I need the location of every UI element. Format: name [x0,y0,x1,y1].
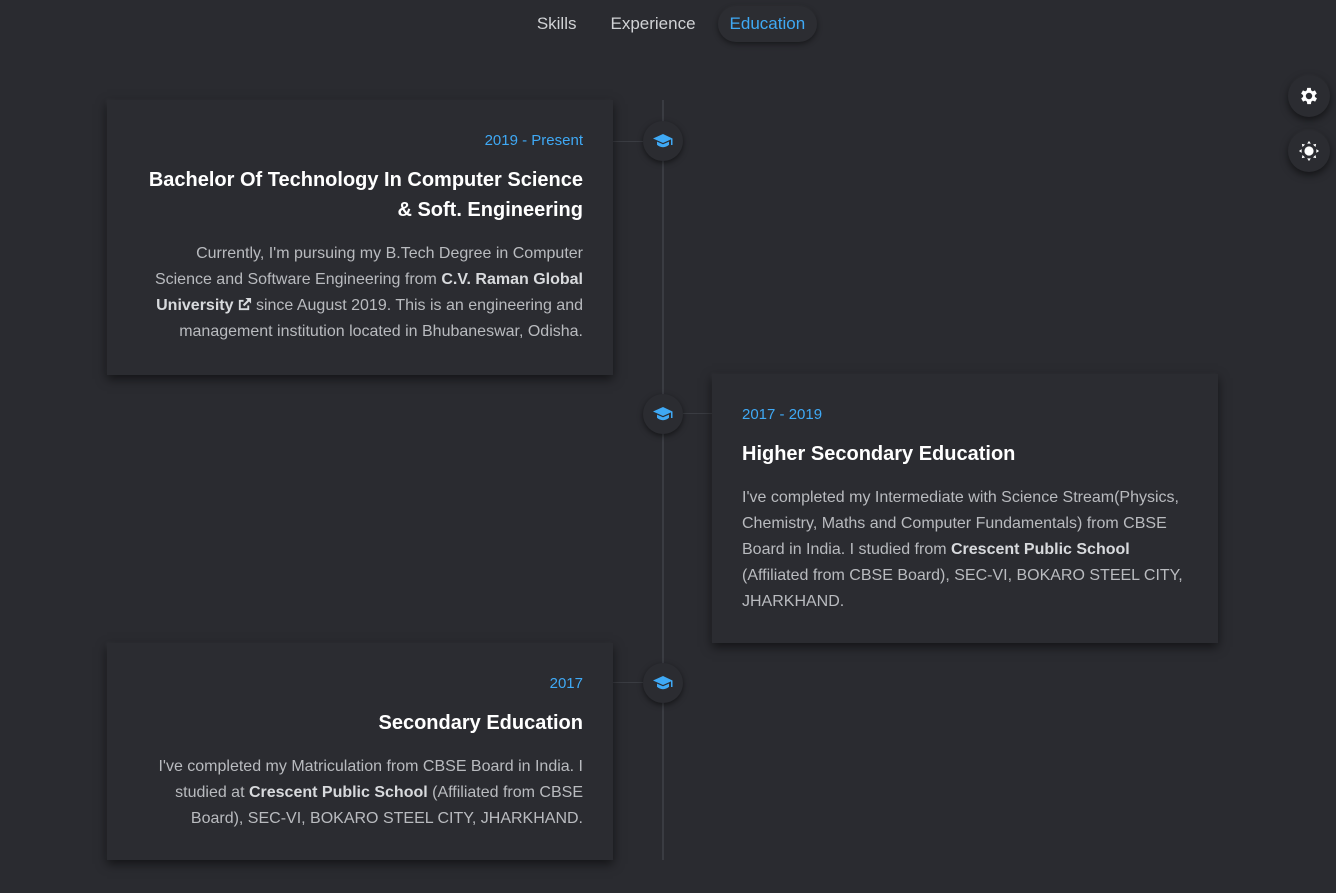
graduation-cap-icon [653,676,673,690]
institution-name: Crescent Public School [951,541,1130,558]
timeline-node [643,663,683,703]
graduation-cap-icon [653,407,673,421]
education-title: Bachelor Of Technology In Computer Scien… [148,169,583,221]
tab-experience[interactable]: Experience [598,6,707,42]
timeline-node [643,394,683,434]
sun-icon [1298,140,1320,162]
timeline-connector [683,413,712,414]
education-description: I've completed my Matriculation from CBS… [158,758,583,827]
education-card: 2017 - 2019 Higher Secondary Education I… [712,374,1218,643]
education-title: Higher Secondary Education [742,443,1016,465]
graduation-cap-icon [653,134,673,148]
page: Skills Experience Education 2019 - Prese… [0,0,1336,893]
tab-education[interactable]: Education [717,6,818,42]
timeline-connector [613,682,643,683]
education-description: I've completed my Intermediate with Scie… [742,489,1183,610]
timeline-node [643,121,683,161]
theme-toggle-button[interactable] [1288,130,1330,172]
education-period: 2017 - 2019 [742,406,823,423]
external-link-icon [238,297,251,311]
gear-icon [1301,87,1317,105]
institution-name: Crescent Public School [248,784,428,801]
education-description: Currently, I'm pursuing my B.Tech Degree… [154,245,583,340]
timeline-line [662,100,664,860]
education-period: 2017 [549,675,583,692]
education-card: 2017 Secondary Education I've completed … [107,643,613,860]
tab-skills[interactable]: Skills [525,6,589,42]
education-title: Secondary Education [378,712,584,734]
section-tabs: Skills Experience Education [0,6,1336,42]
education-card: 2019 - Present Bachelor Of Technology In… [107,100,613,375]
timeline-connector [613,141,643,142]
settings-button[interactable] [1288,75,1330,117]
education-period: 2019 - Present [484,132,583,149]
